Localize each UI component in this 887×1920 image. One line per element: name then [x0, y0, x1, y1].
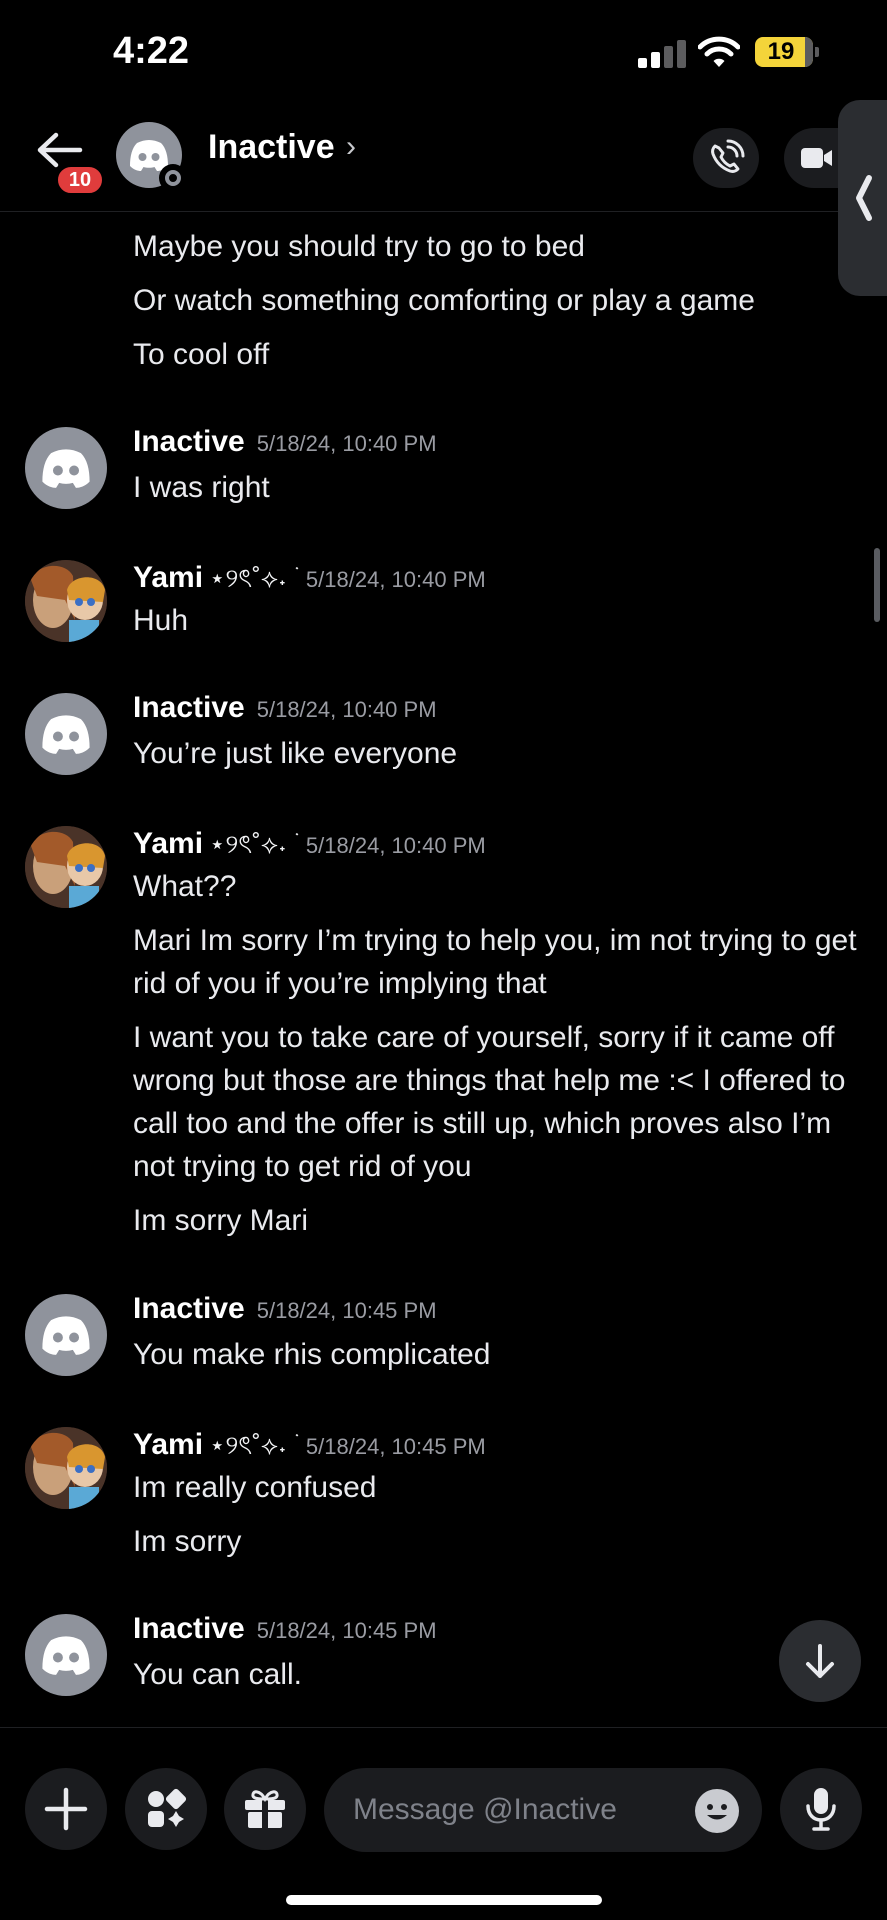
message-text: Mari Im sorry I’m trying to help you, im… [133, 924, 857, 1000]
message-timestamp: 5/18/24, 10:40 PM [305, 833, 486, 858]
plus-icon [44, 1787, 88, 1831]
message-text: To cool off [133, 338, 270, 371]
message-text: Maybe you should try to go to bed [133, 230, 585, 263]
avatar[interactable] [25, 1427, 107, 1509]
message-author[interactable]: Yami ⋆୨ৎ˚⟡˖ ࣪ 5/18/24, 10:40 PM [133, 824, 486, 868]
jump-to-present-button[interactable] [779, 1620, 861, 1702]
battery-level: 19 [767, 38, 795, 65]
home-indicator[interactable] [286, 1895, 602, 1905]
emoji-icon [695, 1789, 739, 1833]
avatar[interactable] [25, 826, 107, 908]
phone-icon [711, 139, 745, 173]
status-bar: 4:22 19 [0, 0, 887, 100]
gift-icon [245, 1790, 285, 1828]
message-author[interactable]: Inactive 5/18/24, 10:40 PM [133, 425, 437, 459]
message-text: Im really confused [133, 1471, 377, 1504]
chevron-right-icon[interactable]: › [346, 130, 356, 164]
discord-logo-icon [42, 449, 90, 488]
message-author[interactable]: Yami ⋆୨ৎ˚⟡˖ ࣪ 5/18/24, 10:45 PM [133, 1425, 486, 1469]
message-timestamp: 5/18/24, 10:40 PM [305, 567, 486, 592]
message-text: You make rhis complicated [133, 1338, 491, 1371]
wifi-icon [698, 36, 740, 67]
message-author[interactable]: Inactive 5/18/24, 10:40 PM [133, 691, 437, 725]
message-text: Huh [133, 604, 189, 637]
message-text: You can call. [133, 1658, 303, 1691]
message-timestamp: 5/18/24, 10:45 PM [256, 1618, 437, 1643]
channel-title[interactable]: Inactive [208, 128, 335, 167]
status-time: 4:22 [113, 30, 190, 72]
signal-icon [638, 40, 686, 68]
message-author[interactable]: Yami ⋆୨ৎ˚⟡˖ ࣪ 5/18/24, 10:40 PM [133, 558, 486, 602]
voice-message-button[interactable] [780, 1768, 862, 1850]
message-text: Or watch something comforting or play a … [133, 284, 755, 317]
discord-logo-icon [42, 715, 90, 754]
scrollbar[interactable] [874, 548, 880, 622]
message-text: Im sorry Mari [133, 1204, 308, 1237]
avatar[interactable] [25, 427, 107, 509]
discord-logo-icon [42, 1636, 90, 1675]
message-text: I was right [133, 471, 270, 504]
message-text: Im sorry [133, 1525, 242, 1558]
message-timestamp: 5/18/24, 10:45 PM [305, 1434, 486, 1459]
channel-header: 10 Inactive › [0, 100, 887, 212]
user-photo-icon [25, 1427, 107, 1509]
apps-button[interactable] [125, 1768, 207, 1850]
avatar[interactable] [25, 1614, 107, 1696]
emoji-button[interactable] [694, 1788, 740, 1834]
message-timestamp: 5/18/24, 10:45 PM [256, 1298, 437, 1323]
message-text: You’re just like everyone [133, 737, 458, 770]
gift-button[interactable] [224, 1768, 306, 1850]
battery-icon: 19 [755, 37, 813, 67]
message-timestamp: 5/18/24, 10:40 PM [256, 697, 437, 722]
author-decoration: ⋆୨ৎ˚⟡˖ ࣪ [209, 1430, 294, 1460]
avatar[interactable] [25, 693, 107, 775]
avatar[interactable] [25, 1294, 107, 1376]
microphone-icon [806, 1788, 836, 1831]
video-camera-icon [801, 148, 832, 168]
message-author[interactable]: Inactive 5/18/24, 10:45 PM [133, 1292, 437, 1326]
avatar[interactable] [25, 560, 107, 642]
apps-icon [148, 1788, 187, 1827]
discord-logo-icon [42, 1316, 90, 1355]
author-decoration: ⋆୨ৎ˚⟡˖ ࣪ [209, 563, 294, 593]
message-author[interactable]: Inactive 5/18/24, 10:45 PM [133, 1612, 437, 1646]
arrow-down-icon [806, 1644, 834, 1678]
message-timestamp: 5/18/24, 10:40 PM [256, 431, 437, 456]
message-text: What?? [133, 870, 237, 903]
message-text: I want you to take care of yourself, sor… [133, 1021, 846, 1183]
offline-status-icon [159, 164, 187, 192]
author-decoration: ⋆୨ৎ˚⟡˖ ࣪ [209, 829, 294, 859]
user-photo-icon [25, 560, 107, 642]
unread-badge: 10 [55, 164, 105, 196]
user-photo-icon [25, 826, 107, 908]
composer-bar [0, 1727, 887, 1920]
voice-call-button[interactable] [693, 128, 759, 188]
message-list[interactable]: Maybe you should try to go to bed Or wat… [0, 213, 887, 1727]
attach-button[interactable] [25, 1768, 107, 1850]
